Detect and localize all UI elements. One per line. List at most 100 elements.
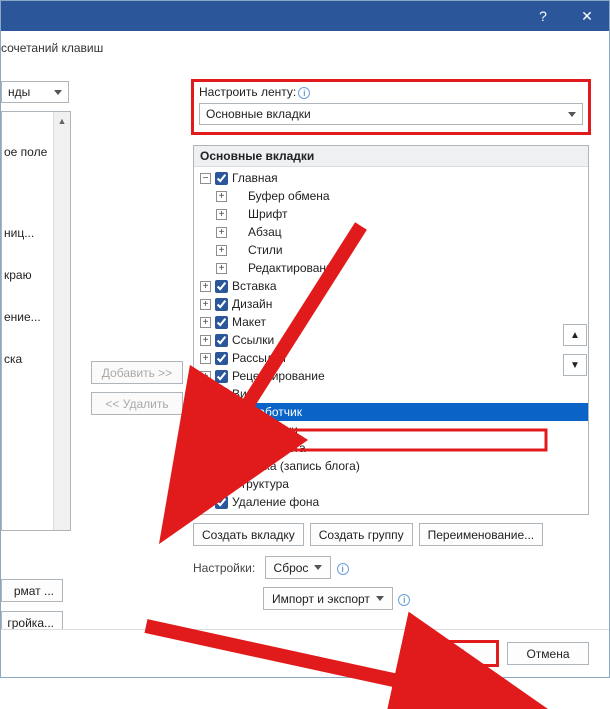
remove-button[interactable]: << Удалить bbox=[91, 392, 183, 415]
import-export-dropdown[interactable]: Импорт и экспорт bbox=[263, 587, 393, 610]
tree-node[interactable]: + Вставка bbox=[196, 277, 588, 295]
tree-node[interactable]: + Вид bbox=[196, 385, 588, 403]
commands-combo-text: нды bbox=[8, 85, 30, 99]
reset-dropdown[interactable]: Сброс bbox=[265, 556, 332, 579]
commands-listbox[interactable]: ое поле▶ниц...▶краюение...ска▶▶▶ ▲ bbox=[1, 111, 71, 531]
tree-node-label: Структура bbox=[232, 477, 289, 491]
expand-icon[interactable]: + bbox=[216, 245, 227, 256]
expand-icon[interactable]: + bbox=[200, 317, 211, 328]
move-up-button[interactable]: ▲ bbox=[563, 324, 587, 346]
section-label-frag: сочетаний клавиш bbox=[1, 41, 103, 55]
tree-checkbox[interactable] bbox=[215, 496, 228, 509]
new-group-button[interactable]: Создать группу bbox=[310, 523, 413, 546]
tree-node[interactable]: +Рассылки bbox=[196, 349, 588, 367]
tree-node[interactable]: + Редактирование bbox=[196, 259, 588, 277]
tree-checkbox[interactable] bbox=[215, 280, 228, 293]
list-item-label: ска bbox=[4, 352, 22, 366]
expand-icon[interactable]: + bbox=[216, 209, 227, 220]
expand-icon[interactable]: + bbox=[216, 191, 227, 202]
expand-icon[interactable]: + bbox=[200, 497, 211, 508]
dialog-footer: ОК Отмена bbox=[1, 629, 609, 677]
transfer-buttons: Добавить >> << Удалить bbox=[91, 361, 183, 415]
tree-node[interactable]: +Запись блога bbox=[196, 439, 588, 457]
tree-node-label: Главная bbox=[232, 171, 278, 185]
chevron-down-icon bbox=[54, 90, 62, 95]
tree-node-label: Абзац bbox=[248, 225, 282, 239]
reorder-buttons: ▲ ▼ bbox=[563, 324, 587, 376]
move-down-button[interactable]: ▼ bbox=[563, 354, 587, 376]
expand-icon[interactable]: + bbox=[200, 281, 211, 292]
chevron-down-icon bbox=[568, 112, 576, 117]
tree-node[interactable]: + Абзац bbox=[196, 223, 588, 241]
tree-node-label: Шрифт bbox=[248, 207, 287, 221]
scrollbar[interactable]: ▲ bbox=[53, 112, 70, 530]
tree-checkbox[interactable] bbox=[215, 442, 228, 455]
expand-icon[interactable]: + bbox=[200, 389, 211, 400]
tree-checkbox[interactable] bbox=[215, 334, 228, 347]
info-icon[interactable]: i bbox=[298, 87, 310, 99]
ok-button[interactable]: ОК bbox=[415, 642, 497, 665]
list-item-label: ниц... bbox=[4, 226, 34, 240]
tree-checkbox[interactable] bbox=[215, 406, 228, 419]
tree-checkbox[interactable] bbox=[215, 478, 228, 491]
tree-node[interactable]: +Дизайн bbox=[196, 295, 588, 313]
expand-icon[interactable]: + bbox=[200, 371, 211, 382]
expand-icon[interactable]: + bbox=[200, 335, 211, 346]
expand-icon[interactable]: + bbox=[200, 299, 211, 310]
tree-node[interactable]: − Главная bbox=[196, 169, 588, 187]
close-button[interactable]: ✕ bbox=[565, 1, 609, 31]
expand-icon[interactable]: + bbox=[200, 425, 211, 436]
tree-checkbox[interactable] bbox=[215, 460, 228, 473]
customize-ribbon-label: Настроить ленту:i bbox=[199, 85, 583, 99]
tree-node[interactable]: +Вставка (запись блога) bbox=[196, 457, 588, 475]
tree-node[interactable]: + Структура bbox=[196, 475, 588, 493]
tree-node[interactable]: + Надстройки bbox=[196, 421, 588, 439]
tree-checkbox[interactable] bbox=[215, 172, 228, 185]
help-button[interactable]: ? bbox=[521, 1, 565, 31]
tree-checkbox[interactable] bbox=[215, 352, 228, 365]
tree-node[interactable]: +Удаление фона bbox=[196, 493, 588, 511]
tree-checkbox[interactable] bbox=[215, 424, 228, 437]
tree-node-label: Вставка bbox=[232, 279, 277, 293]
expand-icon[interactable]: + bbox=[200, 479, 211, 490]
tree-header: Основные вкладки bbox=[194, 146, 588, 167]
info-icon[interactable]: i bbox=[337, 563, 349, 575]
tree-checkbox[interactable] bbox=[215, 316, 228, 329]
tree-node-label: Надстройки bbox=[232, 423, 298, 437]
new-tab-button[interactable]: Создать вкладку bbox=[193, 523, 304, 546]
tree-node[interactable]: +Рецензирование bbox=[196, 367, 588, 385]
tree-checkbox[interactable] bbox=[215, 370, 228, 383]
tree-node[interactable]: + Ссылки bbox=[196, 331, 588, 349]
info-icon[interactable]: i bbox=[398, 594, 410, 606]
list-item-label: ение... bbox=[4, 310, 41, 324]
ribbon-combo[interactable]: Основные вкладки bbox=[199, 103, 583, 125]
expand-icon[interactable]: + bbox=[200, 353, 211, 364]
tree-checkbox[interactable] bbox=[215, 388, 228, 401]
tree-node-label: Ссылки bbox=[232, 333, 274, 347]
tree-node[interactable]: + Шрифт bbox=[196, 205, 588, 223]
tree-node[interactable]: +Буфер обмена bbox=[196, 187, 588, 205]
expand-icon[interactable]: + bbox=[200, 443, 211, 454]
expand-icon[interactable]: + bbox=[216, 227, 227, 238]
commands-combo[interactable]: нды bbox=[1, 81, 69, 103]
expand-icon[interactable]: + bbox=[200, 407, 211, 418]
ribbon-tree[interactable]: Основные вкладки −Главная+Буфер обмена+Ш… bbox=[193, 145, 589, 515]
title-bar: ? ✕ bbox=[1, 1, 609, 31]
cancel-button[interactable]: Отмена bbox=[507, 642, 589, 665]
expand-icon[interactable]: + bbox=[200, 461, 211, 472]
expand-icon[interactable]: + bbox=[216, 263, 227, 274]
list-item-label: краю bbox=[4, 268, 32, 282]
collapse-icon[interactable]: − bbox=[200, 173, 211, 184]
tree-node[interactable]: + Разработчик bbox=[196, 403, 588, 421]
tree-node[interactable]: + Макет bbox=[196, 313, 588, 331]
rename-button[interactable]: Переименование... bbox=[419, 523, 544, 546]
add-button[interactable]: Добавить >> bbox=[91, 361, 183, 384]
tree-node-label: Редактирование bbox=[248, 261, 339, 275]
tree-node-label: Вид bbox=[232, 387, 254, 401]
tree-node-label: Разработчик bbox=[232, 405, 302, 419]
scroll-up-icon[interactable]: ▲ bbox=[54, 112, 70, 129]
tree-node-label: Макет bbox=[232, 315, 266, 329]
tree-checkbox[interactable] bbox=[215, 298, 228, 311]
tree-node[interactable]: +Стили bbox=[196, 241, 588, 259]
format-button-frag[interactable]: рмат ... bbox=[1, 579, 63, 602]
